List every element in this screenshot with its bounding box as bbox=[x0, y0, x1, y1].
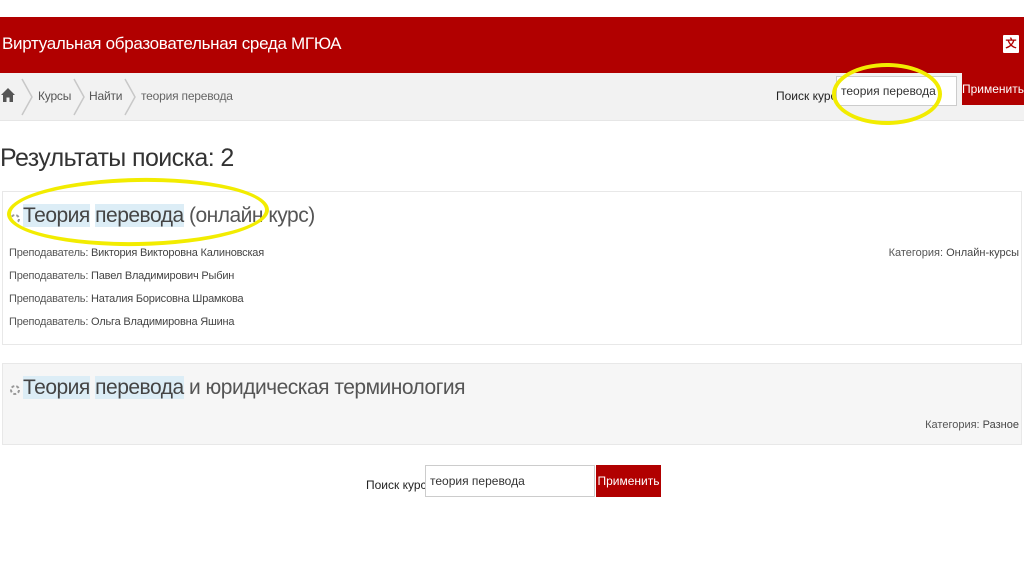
course-result-card: Теория перевода и юридическая терминолог… bbox=[2, 363, 1022, 445]
title-text: (онлайн курс) bbox=[188, 204, 315, 227]
category-link[interactable]: Онлайн-курсы bbox=[946, 247, 1019, 259]
teacher-line: Преподаватель: Наталия Борисовна Шрамков… bbox=[9, 293, 244, 305]
teacher-name-link[interactable]: Павел Владимирович Рыбин bbox=[91, 270, 234, 282]
top-header-bar: Виртуальная образовательная среда МГЮА 文 bbox=[0, 17, 1024, 73]
breadcrumb-find-link[interactable]: Найти bbox=[89, 89, 122, 103]
teacher-line: Преподаватель: Виктория Викторовна Калин… bbox=[9, 247, 264, 259]
breadcrumb: Курсы Найти теория перевода Поиск курса:… bbox=[0, 73, 1024, 121]
home-icon[interactable] bbox=[0, 87, 16, 103]
course-result-card: Теория перевода (онлайн курс) Преподават… bbox=[2, 191, 1022, 345]
title-highlight: Теория bbox=[23, 204, 90, 227]
teacher-label: Преподаватель: bbox=[9, 316, 89, 328]
page-title: Результаты поиска: 2 bbox=[0, 144, 234, 172]
title-highlight: перевода bbox=[95, 376, 184, 399]
teacher-label: Преподаватель: bbox=[9, 247, 89, 259]
bottom-search-input[interactable] bbox=[425, 465, 595, 497]
category-label: Категория: bbox=[888, 247, 944, 259]
course-icon bbox=[10, 385, 20, 395]
breadcrumb-separator-icon bbox=[73, 78, 85, 116]
course-category: Категория: Онлайн-курсы bbox=[889, 247, 1019, 259]
category-link[interactable]: Разное bbox=[983, 419, 1019, 431]
course-icon bbox=[10, 214, 20, 224]
course-title-link[interactable]: Теория перевода и юридическая терминолог… bbox=[23, 376, 466, 400]
breadcrumb-separator-icon bbox=[124, 78, 136, 116]
teacher-label: Преподаватель: bbox=[9, 270, 89, 282]
teacher-name-link[interactable]: Виктория Викторовна Калиновская bbox=[91, 247, 264, 259]
translate-icon[interactable]: 文 bbox=[1003, 35, 1019, 53]
bottom-apply-button[interactable]: Применить bbox=[596, 465, 661, 497]
top-search-input[interactable] bbox=[836, 76, 957, 106]
breadcrumb-separator-icon bbox=[21, 78, 33, 116]
teacher-name-link[interactable]: Ольга Владимировна Яшина bbox=[91, 316, 235, 328]
course-title-link[interactable]: Теория перевода (онлайн курс) bbox=[23, 204, 315, 228]
title-text: и юридическая терминология bbox=[188, 376, 466, 399]
category-label: Категория: bbox=[925, 419, 980, 431]
site-title[interactable]: Виртуальная образовательная среда МГЮА bbox=[2, 34, 341, 54]
title-highlight: перевода bbox=[95, 204, 184, 227]
teacher-label: Преподаватель: bbox=[9, 293, 89, 305]
breadcrumb-courses-link[interactable]: Курсы bbox=[38, 89, 71, 103]
teacher-line: Преподаватель: Павел Владимирович Рыбин bbox=[9, 270, 234, 282]
teacher-line: Преподаватель: Ольга Владимировна Яшина bbox=[9, 316, 235, 328]
top-apply-button[interactable]: Применить bbox=[962, 73, 1024, 105]
teacher-name-link[interactable]: Наталия Борисовна Шрамкова bbox=[91, 293, 244, 305]
breadcrumb-current: теория перевода bbox=[141, 89, 233, 103]
course-category: Категория: Разное bbox=[925, 419, 1019, 431]
title-highlight: Теория bbox=[23, 376, 90, 399]
